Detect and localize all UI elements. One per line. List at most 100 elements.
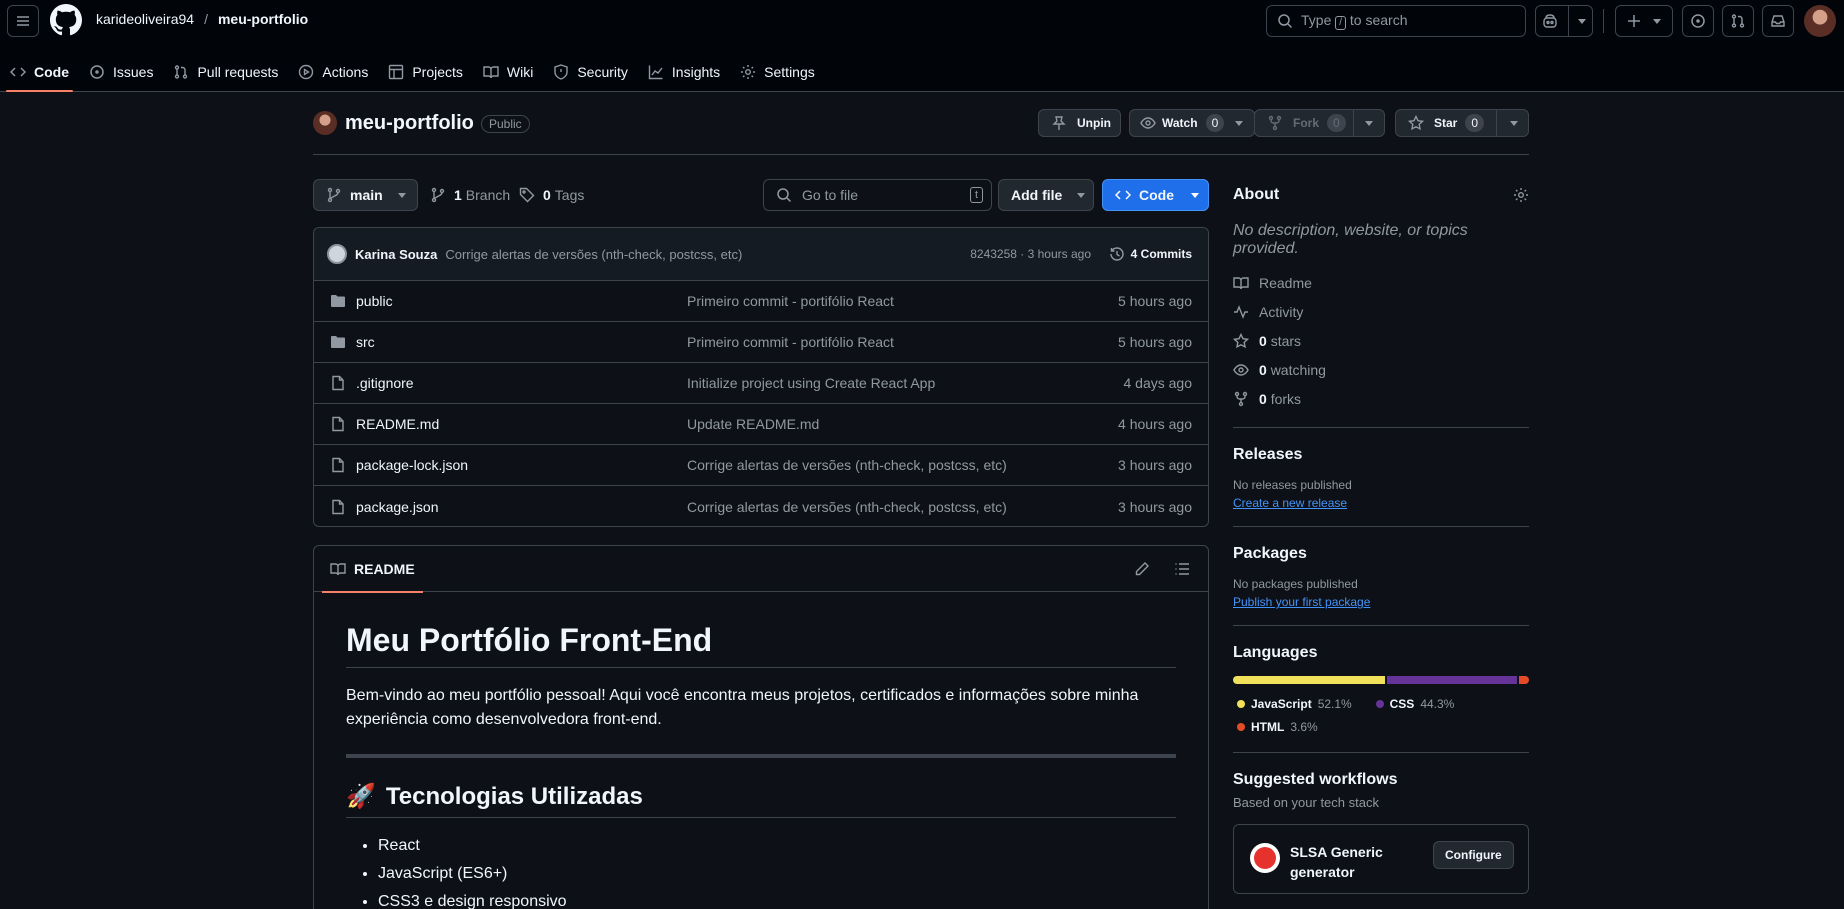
file-name[interactable]: src xyxy=(356,334,375,350)
file-name[interactable]: package-lock.json xyxy=(356,457,468,473)
file-commit-message[interactable]: Corrige alertas de versões (nth-check, p… xyxy=(687,499,1007,515)
tab-pull-requests[interactable]: Pull requests xyxy=(163,52,288,92)
table-icon xyxy=(389,64,404,80)
file-row[interactable]: package-lock.json Corrige alertas de ver… xyxy=(314,445,1208,486)
readme-content: Meu Portfólio Front-End Bem-vindo ao meu… xyxy=(314,622,1208,909)
issues-button[interactable] xyxy=(1682,5,1714,37)
language-bar-segment xyxy=(1518,676,1529,684)
gear-icon[interactable] xyxy=(1513,187,1529,203)
readme-tab[interactable]: README xyxy=(322,546,423,593)
file-name[interactable]: package.json xyxy=(356,499,439,515)
copilot-button[interactable] xyxy=(1535,5,1593,37)
watch-button[interactable]: Watch 0 xyxy=(1129,109,1255,137)
commits-link[interactable]: 4 Commits xyxy=(1109,246,1192,262)
language-bar-segment xyxy=(1233,676,1386,684)
configure-button[interactable]: Configure xyxy=(1433,841,1514,869)
star-button[interactable]: Star 0 xyxy=(1395,109,1529,137)
tab-actions[interactable]: Actions xyxy=(288,52,378,92)
about-section: About No description, website, or topics… xyxy=(1233,180,1529,428)
tab-projects[interactable]: Projects xyxy=(378,52,473,92)
file-row[interactable]: package.json Corrige alertas de versões … xyxy=(314,486,1208,526)
breadcrumb: karideoliveira94 / meu-portfolio xyxy=(96,11,308,27)
commit-hash-time[interactable]: 8243258 · 3 hours ago xyxy=(970,247,1091,261)
commit-author-avatar[interactable] xyxy=(327,244,347,264)
tags-link[interactable]: 0 Tags xyxy=(519,179,584,211)
menu-button[interactable] xyxy=(7,5,39,37)
forks-link[interactable]: 0 forks xyxy=(1233,384,1529,413)
publish-package-link[interactable]: Publish your first package xyxy=(1233,595,1370,609)
issue-icon xyxy=(90,65,104,79)
code-icon xyxy=(1115,190,1131,200)
chevron-down-icon xyxy=(397,193,406,198)
create-release-link[interactable]: Create a new release xyxy=(1233,496,1347,510)
latest-commit-bar: Karina Souza Corrige alertas de versões … xyxy=(314,228,1208,281)
tab-issues[interactable]: Issues xyxy=(79,52,163,92)
gear-icon xyxy=(741,65,756,79)
code-button[interactable]: Code xyxy=(1102,179,1209,211)
file-row[interactable]: src Primeiro commit - portifólio React 5… xyxy=(314,322,1208,363)
language-dot xyxy=(1237,723,1245,731)
file-icon xyxy=(332,375,344,391)
tab-wiki[interactable]: Wiki xyxy=(473,52,543,92)
readme-title: Meu Portfólio Front-End xyxy=(346,622,1176,668)
language-item[interactable]: CSS 44.3% xyxy=(1375,693,1454,715)
file-commit-message[interactable]: Update README.md xyxy=(687,416,819,432)
commit-message[interactable]: Corrige alertas de versões (nth-check, p… xyxy=(445,247,742,262)
branches-link[interactable]: 1 Branch xyxy=(430,179,510,211)
fork-button[interactable]: Fork 0 xyxy=(1254,109,1385,137)
repo-title[interactable]: meu-portfolio xyxy=(345,112,474,135)
chevron-down-icon xyxy=(1235,121,1243,126)
releases-section: Releases No releases published Create a … xyxy=(1233,428,1529,527)
search-input[interactable]: Type / to search xyxy=(1266,5,1526,37)
create-new-button[interactable] xyxy=(1615,5,1673,37)
go-to-file-input[interactable]: Go to file t xyxy=(763,179,992,211)
hamburger-icon xyxy=(17,16,29,26)
outline-list-icon[interactable] xyxy=(1174,561,1190,577)
code-icon xyxy=(10,67,26,77)
list-item: CSS3 e design responsivo xyxy=(378,888,1176,909)
owner-link[interactable]: karideoliveira94 xyxy=(96,11,194,27)
file-name[interactable]: README.md xyxy=(356,416,439,432)
language-item[interactable]: JavaScript 52.1% xyxy=(1237,693,1352,715)
branch-icon xyxy=(431,187,445,203)
unpin-button[interactable]: Unpin xyxy=(1038,109,1121,137)
repo-link[interactable]: meu-portfolio xyxy=(218,11,308,27)
search-icon xyxy=(1278,14,1293,29)
stars-link[interactable]: 0 stars xyxy=(1233,326,1529,355)
add-file-button[interactable]: Add file xyxy=(998,179,1094,211)
file-name[interactable]: public xyxy=(356,293,393,309)
tab-code[interactable]: Code xyxy=(0,52,79,92)
file-row[interactable]: public Primeiro commit - portifólio Reac… xyxy=(314,281,1208,322)
github-logo-icon[interactable] xyxy=(50,4,82,36)
releases-title[interactable]: Releases xyxy=(1233,446,1529,464)
tag-icon xyxy=(519,187,535,203)
language-item[interactable]: HTML 3.6% xyxy=(1237,716,1318,738)
file-commit-message[interactable]: Primeiro commit - portifólio React xyxy=(687,293,894,309)
inbox-button[interactable] xyxy=(1762,5,1794,37)
pull-requests-button[interactable] xyxy=(1722,5,1754,37)
packages-empty: No packages published xyxy=(1233,577,1358,591)
commit-author[interactable]: Karina Souza xyxy=(355,247,437,262)
issue-icon xyxy=(1691,14,1705,28)
rocket-icon: 🚀 xyxy=(346,783,376,810)
releases-empty: No releases published xyxy=(1233,478,1352,492)
tab-settings[interactable]: Settings xyxy=(730,52,825,92)
global-header: karideoliveira94 / meu-portfolio Type / … xyxy=(0,0,1844,92)
pencil-icon[interactable] xyxy=(1134,561,1150,577)
watching-link[interactable]: 0 watching xyxy=(1233,355,1529,384)
star-icon xyxy=(1233,332,1249,348)
activity-link[interactable]: Activity xyxy=(1233,297,1529,326)
file-commit-message[interactable]: Primeiro commit - portifólio React xyxy=(687,334,894,350)
packages-title[interactable]: Packages xyxy=(1233,545,1529,563)
file-commit-message[interactable]: Initialize project using Create React Ap… xyxy=(687,375,935,391)
file-row[interactable]: README.md Update README.md 4 hours ago xyxy=(314,404,1208,445)
branch-selector[interactable]: main xyxy=(313,179,418,211)
file-name[interactable]: .gitignore xyxy=(356,375,414,391)
tab-security[interactable]: Security xyxy=(543,52,638,92)
file-row[interactable]: .gitignore Initialize project using Crea… xyxy=(314,363,1208,404)
user-avatar[interactable] xyxy=(1804,5,1836,37)
about-sidebar: About No description, website, or topics… xyxy=(1233,180,1529,894)
file-commit-message[interactable]: Corrige alertas de versões (nth-check, p… xyxy=(687,457,1007,473)
readme-link[interactable]: Readme xyxy=(1233,268,1529,297)
tab-insights[interactable]: Insights xyxy=(638,52,730,92)
